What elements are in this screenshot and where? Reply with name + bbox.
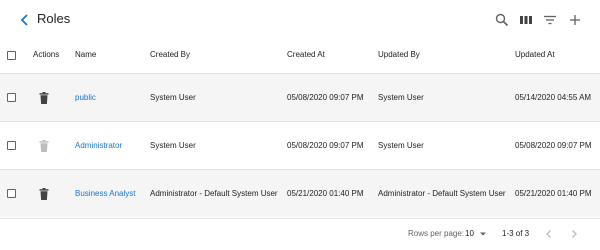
row-checkbox[interactable] — [7, 141, 16, 150]
updated-by-cell: System User — [378, 93, 424, 102]
created-at-cell: 05/08/2020 09:07 PM — [287, 93, 364, 102]
column-header-actions: Actions — [33, 50, 60, 59]
updated-at-cell: 05/08/2020 09:07 PM — [515, 141, 592, 150]
role-name-link[interactable]: public — [75, 93, 96, 103]
rows-per-page-label: Rows per page: — [408, 229, 465, 238]
delete-icon[interactable] — [39, 188, 49, 200]
created-by-cell: System User — [150, 93, 196, 102]
table-row[interactable]: Business Analyst Administrator - Default… — [0, 169, 600, 217]
table-pagination: Rows per page: 10 1-3 of 3 — [0, 218, 600, 250]
rows-per-page-select[interactable]: 10 — [465, 229, 487, 238]
table-row[interactable]: public System User 05/08/2020 09:07 PM S… — [0, 73, 600, 121]
search-icon[interactable] — [494, 12, 510, 28]
next-page-icon[interactable] — [568, 228, 580, 240]
row-checkbox[interactable] — [7, 93, 16, 102]
delete-icon — [39, 140, 49, 152]
page-title: Roles — [37, 11, 71, 26]
add-icon[interactable] — [567, 12, 583, 28]
updated-at-cell: 05/21/2020 01:40 PM — [515, 189, 592, 198]
created-by-cell: System User — [150, 141, 196, 150]
table-row[interactable]: Administrator System User 05/08/2020 09:… — [0, 121, 600, 169]
created-at-cell: 05/08/2020 09:07 PM — [287, 141, 364, 150]
rows-per-page-value: 10 — [465, 229, 474, 238]
delete-icon[interactable] — [39, 92, 49, 104]
column-header-updated-at[interactable]: Updated At — [515, 50, 555, 64]
pagination-range: 1-3 of 3 — [502, 229, 530, 238]
dropdown-arrow-icon — [480, 232, 487, 236]
updated-by-cell: System User — [378, 141, 424, 150]
updated-by-cell: Administrator - Default System User — [378, 189, 506, 198]
column-header-updated-by[interactable]: Updated By — [378, 50, 420, 64]
column-header-created-at[interactable]: Created At — [287, 50, 325, 64]
back-chevron-icon[interactable] — [18, 12, 32, 28]
updated-at-cell: 05/14/2020 04:55 AM — [515, 93, 592, 102]
role-name-link[interactable]: Business Analyst — [75, 189, 135, 199]
filter-icon[interactable] — [542, 12, 558, 28]
toolbar: Roles — [0, 0, 600, 40]
column-header-name[interactable]: Name — [75, 50, 96, 64]
created-by-cell: Administrator - Default System User — [150, 189, 278, 198]
columns-icon[interactable] — [518, 12, 534, 28]
row-checkbox[interactable] — [7, 189, 16, 198]
role-name-link[interactable]: Administrator — [75, 141, 122, 151]
previous-page-icon[interactable] — [543, 228, 555, 240]
column-header-created-by[interactable]: Created By — [150, 50, 190, 64]
select-all-checkbox[interactable] — [7, 51, 16, 60]
created-at-cell: 05/21/2020 01:40 PM — [287, 189, 364, 198]
